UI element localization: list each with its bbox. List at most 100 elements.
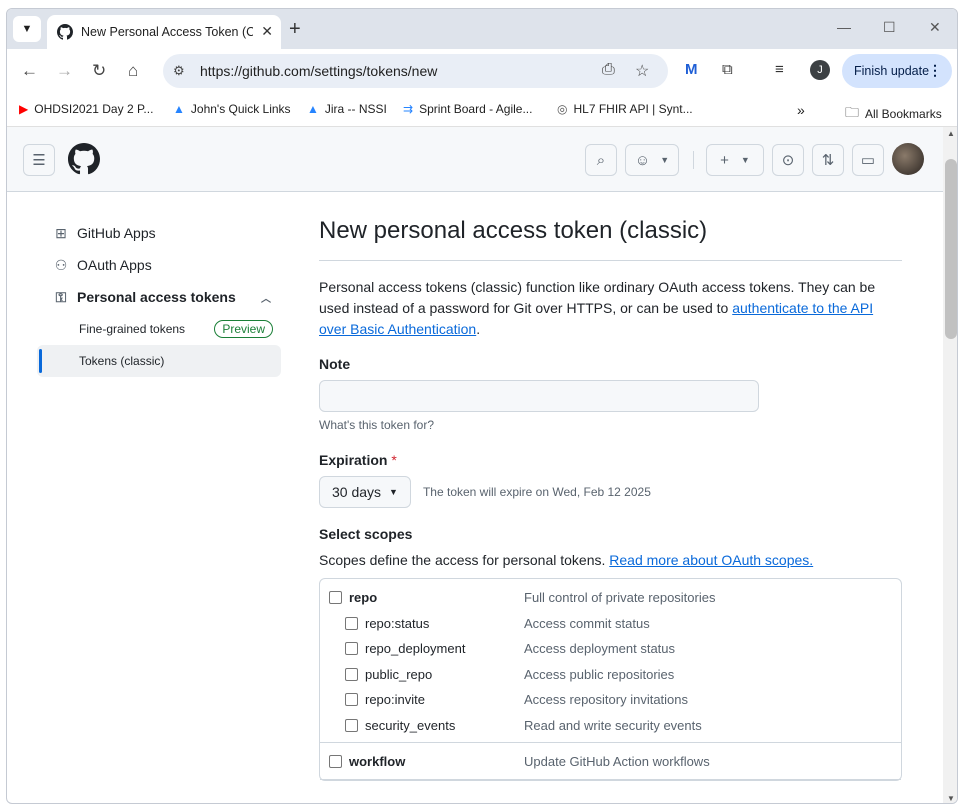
expiration-row: 30 days ▼ The token will expire on Wed, … [319,476,902,508]
url-text[interactable]: https://github.com/settings/tokens/new [200,63,437,79]
expiration-value: 30 days [332,484,382,500]
intro-end: . [476,321,481,337]
new-tab-icon[interactable]: + [289,18,301,41]
scope-row[interactable]: repo:status Access commit status [320,611,901,637]
bookmarks-bar: ▶ OHDSI2021 Day 2 P... ▲ John's Quick Li… [7,93,957,127]
bookmark-label: Sprint Board - Agile... [419,102,533,116]
sidebar-item-tokens-classic[interactable]: Tokens (classic) [37,345,281,377]
sidebar-item-oauth-apps[interactable]: ⚇ OAuth Apps [37,249,281,281]
active-indicator [39,349,42,373]
inbox-icon[interactable]: ▭ [852,144,884,176]
chevron-down-icon: ▼ [389,487,398,497]
profile-avatar[interactable]: J [810,60,830,80]
scroll-up-icon[interactable]: ▲ [947,129,955,138]
key-icon: ⚿ [55,288,67,305]
user-avatar[interactable] [892,143,924,175]
search-icon[interactable]: ⌕ [585,144,617,176]
expiration-section: Expiration * 30 days ▼ The token will ex… [319,452,902,508]
note-hint: What's this token for? [319,418,435,432]
finish-update-label: Finish update [854,64,930,78]
maximize-icon[interactable]: ☐ [883,19,896,36]
note-section: Note What's this token for? [319,356,902,432]
main-content: New personal access token (classic) Pers… [319,217,902,781]
intro-paragraph: Personal access tokens (classic) functio… [319,277,902,340]
bookmark-star-icon[interactable]: ☆ [635,61,649,81]
scrollbar-thumb[interactable] [945,159,957,339]
note-input[interactable] [319,380,759,412]
sidebar-item-fine-grained-tokens[interactable]: Fine-grained tokens Preview [37,313,281,345]
issues-icon[interactable]: ⊙ [772,144,804,176]
site-info-icon[interactable]: ⚙ [173,63,185,79]
tab-active[interactable]: New Personal Access Token (Cla ✕ [47,15,281,49]
hamburger-menu-icon[interactable]: ☰ [23,144,55,176]
address-bar[interactable]: ⚙ https://github.com/settings/tokens/new… [163,54,668,88]
scope-name: repo:invite [365,692,425,708]
scope-checkbox[interactable] [345,616,358,630]
oauth-scopes-link[interactable]: Read more about OAuth scopes. [609,552,813,568]
scope-row[interactable]: repo:invite Access repository invitation… [320,687,901,713]
more-bookmarks-icon[interactable]: » [797,102,805,118]
copilot-icon: ☺ [634,151,651,169]
scope-checkbox[interactable] [345,667,358,681]
scope-row[interactable]: public_repo Access public repositories [320,662,901,688]
scope-checkbox[interactable] [345,718,358,732]
browser-toolbar: ← → ↻ ⌂ ⚙ https://github.com/settings/to… [7,49,957,93]
bookmark-item[interactable]: ◎ HL7 FHIR API | Synt... [557,102,693,116]
bookmark-item[interactable]: ▶ OHDSI2021 Day 2 P... [19,102,153,116]
all-bookmarks-button[interactable]: 🗀 All Bookmarks [845,102,942,126]
scopes-section: Select scopes Scopes define the access f… [319,526,902,781]
person-icon: ⚇ [54,256,68,273]
youtube-icon: ▶ [19,102,29,116]
page-scrollbar[interactable]: ▲ ▼ [943,127,957,803]
home-icon[interactable]: ⌂ [128,61,138,81]
github-logo-icon[interactable] [68,143,100,175]
sidebar-item-github-apps[interactable]: ⊞ GitHub Apps [37,217,281,249]
copilot-button[interactable]: ☺ ▼ [625,144,679,176]
close-window-icon[interactable]: ✕ [929,19,941,36]
malwarebytes-extension-icon[interactable]: M [685,61,698,78]
reload-icon[interactable]: ↻ [92,61,106,81]
bookmark-item[interactable]: ⇉ Sprint Board - Agile... [403,102,532,116]
github-favicon-icon [57,24,73,40]
scope-desc: Full control of private repositories [524,590,716,606]
scope-desc: Update GitHub Action workflows [524,754,710,770]
scope-checkbox[interactable] [329,755,342,769]
close-tab-icon[interactable]: ✕ [261,23,273,40]
finish-update-button[interactable]: Finish update ⋮ [842,54,952,88]
scope-checkbox[interactable] [345,642,358,656]
scope-checkbox[interactable] [329,591,342,605]
sidebar-item-personal-access-tokens[interactable]: ⚿ Personal access tokens ︿ [37,281,281,313]
media-controls-icon[interactable]: ≡ [775,61,784,78]
chevron-up-icon[interactable]: ︿ [261,290,271,305]
scope-desc: Read and write security events [524,717,702,733]
github-header: ☰ ⌕ ☺ ▼ + ▼ ⊙ ⇅ ▭ [7,127,943,192]
divider [693,151,694,169]
scope-name: workflow [349,754,406,770]
expiration-select[interactable]: 30 days ▼ [319,476,411,508]
folder-icon: 🗀 [845,104,859,120]
tab-search-button[interactable]: ▼ [13,16,41,42]
scope-checkbox[interactable] [345,693,358,707]
scopes-desc-text: Scopes define the access for personal to… [319,552,610,568]
agile-icon: ⇉ [403,102,414,116]
scope-row[interactable]: repo Full control of private repositorie… [320,585,901,611]
pull-requests-icon[interactable]: ⇅ [812,144,844,176]
bookmark-item[interactable]: ▲ John's Quick Links [173,102,291,116]
scope-row[interactable]: security_events Read and write security … [320,713,901,739]
back-icon[interactable]: ← [21,61,38,81]
scope-row[interactable]: repo_deployment Access deployment status [320,636,901,662]
scroll-down-icon[interactable]: ▼ [947,794,955,803]
preview-badge: Preview [214,320,273,338]
scope-name: public_repo [365,666,433,682]
install-app-icon[interactable]: ⎙ [602,61,615,79]
minimize-icon[interactable]: — [837,19,851,35]
scope-name: repo_deployment [365,641,466,657]
forward-icon[interactable]: → [56,61,73,81]
extensions-icon[interactable]: ⧉ [722,61,733,78]
sidebar-item-label: Personal access tokens [77,289,236,305]
create-new-button[interactable]: + ▼ [706,144,764,176]
browser-window: ▼ New Personal Access Token (Cla ✕ + — ☐… [6,8,958,804]
tab-title: New Personal Access Token (Cla [81,25,253,39]
scope-row[interactable]: workflow Update GitHub Action workflows [320,749,901,775]
bookmark-item[interactable]: ▲ Jira -- NSSI [307,102,387,116]
